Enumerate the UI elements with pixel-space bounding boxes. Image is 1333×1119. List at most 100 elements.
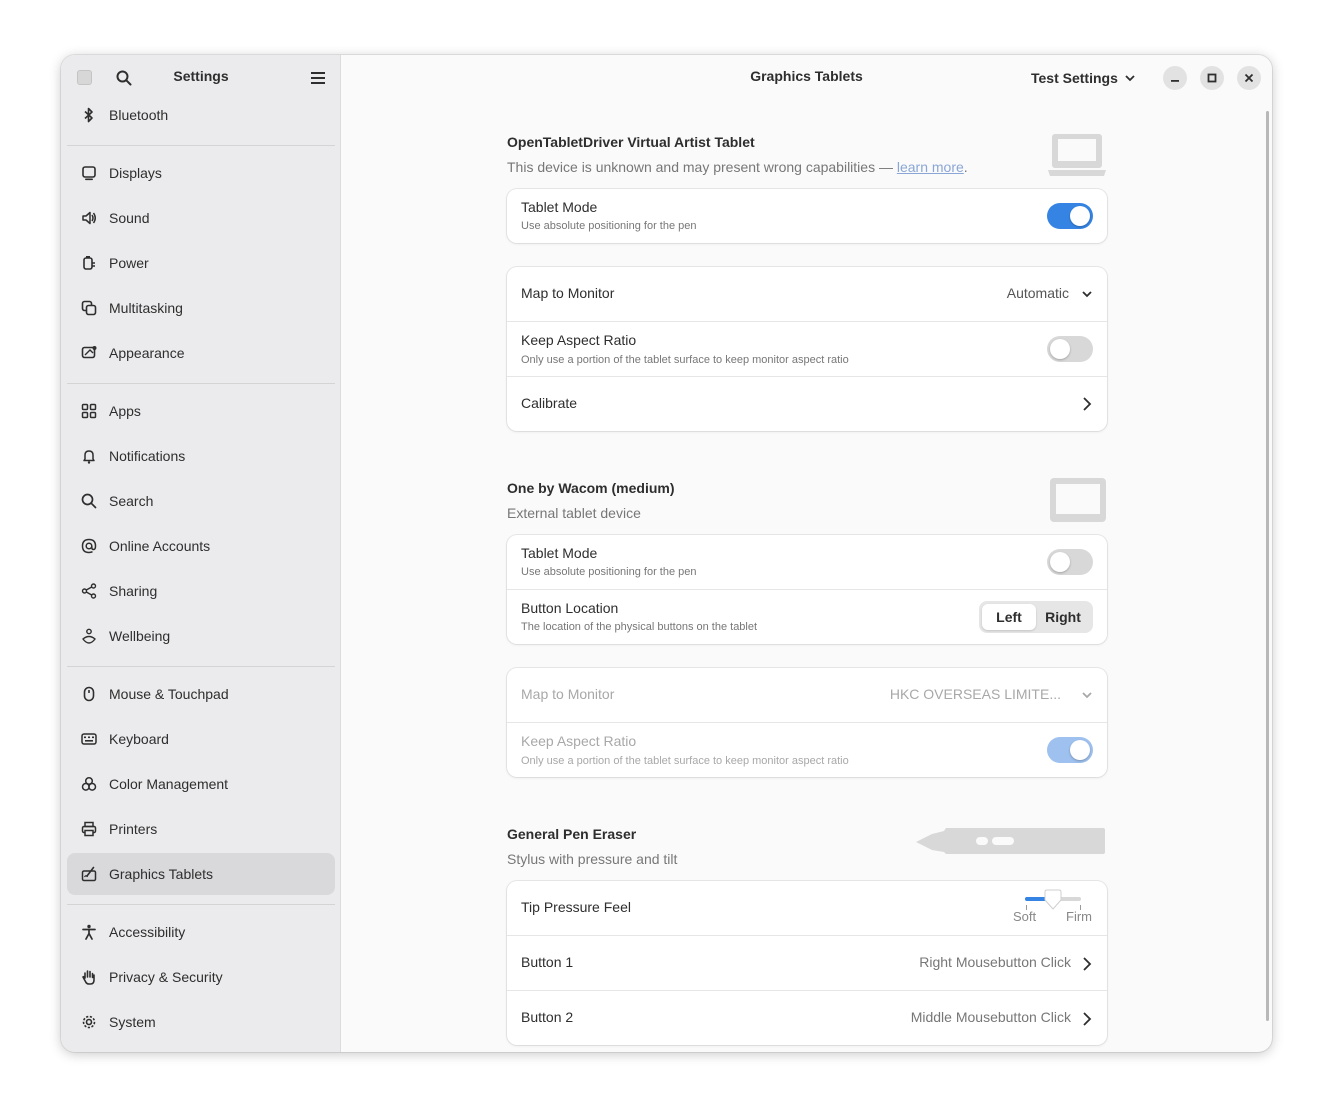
sidebar-divider [67, 145, 335, 146]
tablet2-keep-aspect-row: Keep Aspect Ratio Only use a portion of … [507, 723, 1107, 777]
maximize-button[interactable] [1200, 66, 1224, 90]
sidebar-item-label: Sharing [109, 583, 158, 599]
sidebar-item-keyboard[interactable]: Keyboard [67, 718, 335, 760]
sidebar-item-label: Power [109, 255, 149, 271]
share-icon [79, 581, 99, 601]
close-button[interactable] [1237, 66, 1261, 90]
row-subtitle: Use absolute positioning for the pen [521, 220, 697, 232]
row-title: Button Location [521, 600, 619, 616]
at-sign-icon [79, 536, 99, 556]
tablet1-map-monitor-row[interactable]: Map to Monitor Automatic [507, 267, 1107, 322]
sidebar-item-apps[interactable]: Apps [67, 390, 335, 432]
bluetooth-icon [79, 105, 99, 125]
pen-button2-row[interactable]: Button 2 Middle Mousebutton Click [507, 991, 1107, 1045]
sidebar-item-label: System [109, 1014, 156, 1030]
sidebar-item-displays[interactable]: Displays [67, 152, 335, 194]
tablet1-tablet-mode-switch[interactable] [1047, 203, 1093, 229]
printer-icon [79, 819, 99, 839]
apps-grid-icon [79, 401, 99, 421]
appearance-icon [79, 343, 99, 363]
sidebar-item-label: Keyboard [109, 731, 169, 747]
laptop-tablet-icon [1048, 134, 1106, 176]
pen-settings-card: Tip Pressure Feel Soft Firm Button 1 Rig… [507, 881, 1107, 1045]
sidebar-item-online-accounts[interactable]: Online Accounts [67, 525, 335, 567]
tablet2-name: One by Wacom (medium) [507, 480, 675, 496]
sidebar-item-label: Mouse & Touchpad [109, 686, 229, 702]
button-location-toggle-group: Left Right [979, 601, 1093, 633]
sidebar-item-power[interactable]: Power [67, 242, 335, 284]
tablet2-mapping-card: Map to Monitor HKC OVERSEAS LIMITE... Ke… [507, 668, 1107, 777]
sidebar-item-label: Online Accounts [109, 538, 211, 554]
sidebar-item-bluetooth[interactable]: Bluetooth [67, 94, 335, 136]
learn-more-link[interactable]: learn more [897, 159, 964, 175]
tablet1-description: This device is unknown and may present w… [507, 159, 968, 175]
sidebar-item-sound[interactable]: Sound [67, 197, 335, 239]
button2-action-value: Middle Mousebutton Click [910, 1009, 1071, 1025]
row-title: Keep Aspect Ratio [521, 332, 637, 348]
slider-handle[interactable] [1043, 889, 1063, 911]
tablet2-keep-aspect-switch[interactable] [1047, 737, 1093, 763]
chevron-right-icon [1081, 1011, 1093, 1027]
sidebar-item-appearance[interactable]: Appearance [67, 332, 335, 374]
sidebar-search-button[interactable] [111, 65, 137, 91]
row-title: Tablet Mode [521, 545, 598, 561]
pen-description: Stylus with pressure and tilt [507, 851, 678, 867]
sidebar-item-search[interactable]: Search [67, 480, 335, 522]
sidebar-item-printers[interactable]: Printers [67, 808, 335, 850]
mouse-icon [79, 684, 99, 704]
sidebar-item-mouse-touchpad[interactable]: Mouse & Touchpad [67, 673, 335, 715]
tablet1-desc-prefix: This device is unknown and may present w… [507, 159, 897, 175]
tablet1-mapping-card: Map to Monitor Automatic Keep Aspect Rat… [507, 267, 1107, 431]
test-settings-dropdown[interactable]: Test Settings [1031, 66, 1136, 90]
chevron-down-icon [1081, 689, 1093, 701]
sidebar-item-color-management[interactable]: Color Management [67, 763, 335, 805]
sidebar-item-system[interactable]: System [67, 1001, 335, 1043]
sidebar-item-label: Search [109, 493, 154, 509]
slider-soft-label: Soft [1013, 909, 1037, 924]
tablet-pen-icon [79, 864, 99, 884]
row-title: Button 1 [521, 954, 574, 970]
main-menu-button[interactable] [305, 65, 331, 91]
minimize-icon [1171, 80, 1179, 82]
sidebar-item-multitasking[interactable]: Multitasking [67, 287, 335, 329]
sidebar-divider [67, 383, 335, 384]
sidebar-divider [67, 666, 335, 667]
keyboard-icon [79, 729, 99, 749]
sidebar-item-label: Privacy & Security [109, 969, 223, 985]
display-icon [79, 163, 99, 183]
sidebar-item-graphics-tablets[interactable]: Graphics Tablets [67, 853, 335, 895]
row-subtitle: The location of the physical buttons on … [521, 621, 758, 633]
sidebar-item-notifications[interactable]: Notifications [67, 435, 335, 477]
bell-icon [79, 446, 99, 466]
row-subtitle: Use absolute positioning for the pen [521, 566, 697, 578]
pen-button1-row[interactable]: Button 1 Right Mousebutton Click [507, 936, 1107, 991]
speaker-icon [79, 208, 99, 228]
row-title: Calibrate [521, 395, 578, 411]
chevron-right-icon [1081, 956, 1093, 972]
tablet1-mode-card: Tablet Mode Use absolute positioning for… [507, 189, 1107, 243]
scrollbar[interactable] [1266, 111, 1269, 1021]
sidebar-item-wellbeing[interactable]: Wellbeing [67, 615, 335, 657]
sidebar-item-label: Wellbeing [109, 628, 171, 644]
sidebar-item-accessibility[interactable]: Accessibility [67, 911, 335, 953]
hamburger-menu-icon [311, 72, 325, 84]
row-subtitle: Only use a portion of the tablet surface… [521, 354, 849, 366]
sidebar-item-label: Appearance [109, 345, 185, 361]
accessibility-person-icon [79, 922, 99, 942]
sidebar-item-label: Notifications [109, 448, 186, 464]
minimize-button[interactable] [1163, 66, 1187, 90]
tablet2-map-monitor-row[interactable]: Map to Monitor HKC OVERSEAS LIMITE... [507, 668, 1107, 723]
tablet1-calibrate-row[interactable]: Calibrate [507, 377, 1107, 431]
tip-pressure-slider[interactable]: Soft Firm [1013, 887, 1093, 931]
sidebar-item-sharing[interactable]: Sharing [67, 570, 335, 612]
switch-knob [1070, 740, 1090, 760]
chevron-right-icon [1081, 396, 1093, 412]
sidebar-item-privacy-security[interactable]: Privacy & Security [67, 956, 335, 998]
tablet2-tablet-mode-switch[interactable] [1047, 549, 1093, 575]
button-location-left[interactable]: Left [982, 604, 1036, 630]
row-title: Map to Monitor [521, 285, 615, 301]
button-location-right[interactable]: Right [1036, 604, 1090, 630]
tablet1-keep-aspect-switch[interactable] [1047, 336, 1093, 362]
gear-icon [79, 1012, 99, 1032]
stylus-icon [916, 828, 1105, 854]
